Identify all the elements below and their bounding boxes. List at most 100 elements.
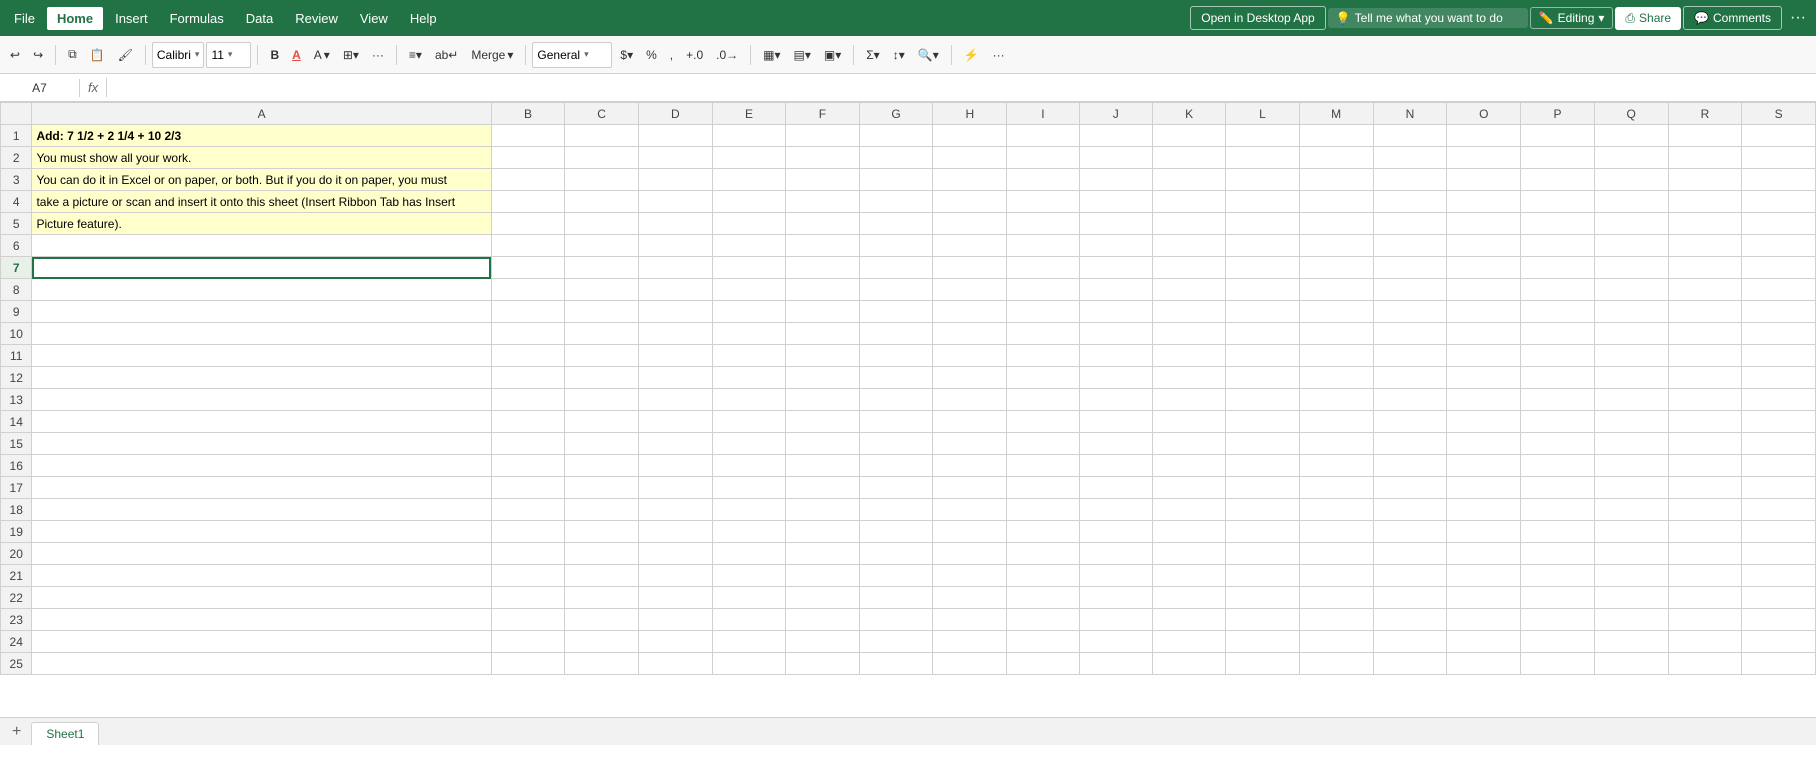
cell-I23[interactable] [1007, 609, 1080, 631]
cell-N15[interactable] [1373, 433, 1447, 455]
cell-J14[interactable] [1079, 411, 1152, 433]
cell-Q2[interactable] [1594, 147, 1668, 169]
cell-R23[interactable] [1668, 609, 1742, 631]
cell-M22[interactable] [1299, 587, 1373, 609]
cell-S21[interactable] [1742, 565, 1816, 587]
cell-N19[interactable] [1373, 521, 1447, 543]
cell-Q3[interactable] [1594, 169, 1668, 191]
cell-E13[interactable] [712, 389, 786, 411]
cell-N18[interactable] [1373, 499, 1447, 521]
cell-E5[interactable] [712, 213, 786, 235]
cell-F2[interactable] [786, 147, 859, 169]
cell-S10[interactable] [1742, 323, 1816, 345]
cell-H9[interactable] [933, 301, 1007, 323]
cell-N20[interactable] [1373, 543, 1447, 565]
cell-O12[interactable] [1447, 367, 1521, 389]
cell-L2[interactable] [1226, 147, 1299, 169]
ideas-button[interactable]: ⚡ [958, 44, 985, 66]
cell-I18[interactable] [1007, 499, 1080, 521]
cell-L10[interactable] [1226, 323, 1299, 345]
cell-J3[interactable] [1079, 169, 1152, 191]
cell-D14[interactable] [638, 411, 712, 433]
cell-O11[interactable] [1447, 345, 1521, 367]
cell-C17[interactable] [565, 477, 639, 499]
cell-K8[interactable] [1152, 279, 1226, 301]
cell-J6[interactable] [1079, 235, 1152, 257]
cell-M2[interactable] [1299, 147, 1373, 169]
cell-M10[interactable] [1299, 323, 1373, 345]
cell-G22[interactable] [859, 587, 933, 609]
cell-F25[interactable] [786, 653, 859, 675]
copy-button[interactable]: ⧉ [62, 43, 83, 66]
cell-A24[interactable] [32, 631, 491, 653]
cell-Q18[interactable] [1594, 499, 1668, 521]
cell-O20[interactable] [1447, 543, 1521, 565]
sheet-tab-1[interactable]: Sheet1 [31, 722, 99, 745]
cell-D9[interactable] [638, 301, 712, 323]
cell-G16[interactable] [859, 455, 933, 477]
cell-E6[interactable] [712, 235, 786, 257]
cell-C15[interactable] [565, 433, 639, 455]
cell-B16[interactable] [491, 455, 565, 477]
cell-B20[interactable] [491, 543, 565, 565]
cell-S9[interactable] [1742, 301, 1816, 323]
cell-R9[interactable] [1668, 301, 1742, 323]
cell-S7[interactable] [1742, 257, 1816, 279]
cell-P25[interactable] [1521, 653, 1595, 675]
cell-H13[interactable] [933, 389, 1007, 411]
col-header-D[interactable]: D [638, 103, 712, 125]
cell-N6[interactable] [1373, 235, 1447, 257]
cell-O14[interactable] [1447, 411, 1521, 433]
cell-E20[interactable] [712, 543, 786, 565]
cell-I17[interactable] [1007, 477, 1080, 499]
cell-N8[interactable] [1373, 279, 1447, 301]
cell-P10[interactable] [1521, 323, 1595, 345]
cell-L4[interactable] [1226, 191, 1299, 213]
cell-Q11[interactable] [1594, 345, 1668, 367]
cell-F14[interactable] [786, 411, 859, 433]
cell-E14[interactable] [712, 411, 786, 433]
cell-N5[interactable] [1373, 213, 1447, 235]
cell-F7[interactable] [786, 257, 859, 279]
cell-M19[interactable] [1299, 521, 1373, 543]
cell-D15[interactable] [638, 433, 712, 455]
cell-S12[interactable] [1742, 367, 1816, 389]
cell-R18[interactable] [1668, 499, 1742, 521]
cell-D22[interactable] [638, 587, 712, 609]
cell-J5[interactable] [1079, 213, 1152, 235]
cell-D19[interactable] [638, 521, 712, 543]
cell-R21[interactable] [1668, 565, 1742, 587]
cell-B3[interactable] [491, 169, 565, 191]
cell-Q15[interactable] [1594, 433, 1668, 455]
cell-A21[interactable] [32, 565, 491, 587]
cell-K3[interactable] [1152, 169, 1226, 191]
cell-H6[interactable] [933, 235, 1007, 257]
col-header-E[interactable]: E [712, 103, 786, 125]
cell-Q24[interactable] [1594, 631, 1668, 653]
sort-filter-button[interactable]: ↕▾ [887, 44, 911, 66]
cell-I11[interactable] [1007, 345, 1080, 367]
cell-F24[interactable] [786, 631, 859, 653]
cell-O4[interactable] [1447, 191, 1521, 213]
cell-K4[interactable] [1152, 191, 1226, 213]
cell-I13[interactable] [1007, 389, 1080, 411]
redo-button[interactable]: ↪ [27, 44, 49, 66]
merge-button[interactable]: Merge▾ [465, 44, 519, 66]
cell-A23[interactable] [32, 609, 491, 631]
cell-S15[interactable] [1742, 433, 1816, 455]
autosum-button[interactable]: Σ▾ [860, 44, 885, 66]
cell-G2[interactable] [859, 147, 933, 169]
cell-L13[interactable] [1226, 389, 1299, 411]
cell-M15[interactable] [1299, 433, 1373, 455]
cell-C24[interactable] [565, 631, 639, 653]
col-header-R[interactable]: R [1668, 103, 1742, 125]
share-button[interactable]: ⎙ Share [1615, 7, 1681, 30]
cell-K15[interactable] [1152, 433, 1226, 455]
cell-C20[interactable] [565, 543, 639, 565]
cell-J20[interactable] [1079, 543, 1152, 565]
cell-O23[interactable] [1447, 609, 1521, 631]
cell-K19[interactable] [1152, 521, 1226, 543]
cell-C12[interactable] [565, 367, 639, 389]
conditional-format-button[interactable]: ▦▾ [757, 44, 786, 66]
cell-O7[interactable] [1447, 257, 1521, 279]
